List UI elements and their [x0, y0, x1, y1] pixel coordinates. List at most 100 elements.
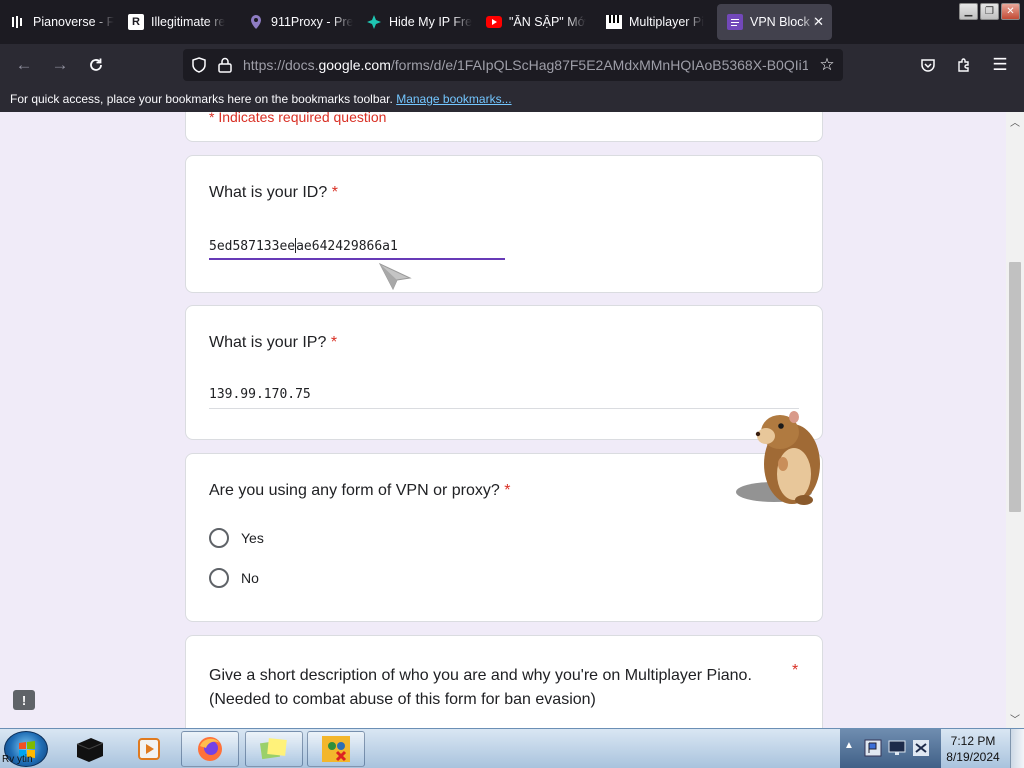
sticky-notes-icon: [259, 738, 287, 760]
question-text: What is your IP?: [209, 334, 327, 351]
minimize-button[interactable]: ▁: [959, 3, 978, 20]
tab-title: VPN Block I: [750, 15, 817, 29]
firefox-icon: [198, 737, 222, 761]
question-title: What is your ID? *: [209, 184, 338, 202]
hamburger-menu-icon[interactable]: ☰: [988, 53, 1012, 77]
google-forms-icon: [727, 14, 743, 30]
window-controls: ▁ ❐ ✕: [959, 3, 1020, 20]
radio-circle[interactable]: [209, 528, 229, 548]
answer-text-before-caret: 5ed587133ee: [209, 239, 296, 254]
scroll-down-arrow-icon[interactable]: ﹀: [1009, 711, 1021, 726]
tab-title: Hide My IP Fre: [389, 15, 473, 29]
bookmark-star-icon[interactable]: ☆: [815, 53, 839, 77]
url-path: /forms/d/e/1FAIpQLScHag87F5E2AMdxMMnHQIA…: [390, 57, 808, 73]
tray-flag-icon[interactable]: [864, 739, 882, 762]
tab-multiplayer-piano[interactable]: Multiplayer Pi: [596, 4, 716, 40]
taskbar-sticky-notes[interactable]: [245, 731, 303, 767]
form-header-card: * Indicates required question: [185, 112, 823, 142]
url-text: https://docs.google.com/forms/d/e/1FAIpQ…: [243, 57, 808, 73]
required-asterisk: *: [330, 334, 338, 351]
radio-label: No: [241, 570, 259, 586]
tab-hide-my-ip[interactable]: Hide My IP Fre: [356, 4, 476, 40]
tab-strip: Pianoverse - F R Illegitimate re 911Prox…: [0, 0, 1024, 44]
tab-title: Multiplayer Pi: [629, 15, 705, 29]
location-pin-icon: [248, 14, 264, 30]
manage-bookmarks-link[interactable]: Manage bookmarks...: [396, 92, 511, 106]
taskbar-firefox[interactable]: [181, 731, 239, 767]
tab-title: Illegitimate re: [151, 15, 226, 29]
scrollbar-thumb[interactable]: [1009, 262, 1021, 512]
lock-icon[interactable]: [213, 53, 237, 77]
clock-time: 7:12 PM: [950, 734, 996, 748]
show-desktop-button[interactable]: [1010, 729, 1024, 768]
id-answer-input[interactable]: 5ed587133eeae642429866a1: [209, 238, 398, 254]
navigation-toolbar: ← → https://docs.google.com/forms/d/e/1F…: [0, 44, 1024, 86]
taskbar-clock[interactable]: 7:12 PM 8/19/2024: [941, 733, 1005, 765]
required-note: * Indicates required question: [209, 112, 387, 125]
network-users-icon: [322, 736, 350, 762]
question-text: Give a short description of who you are …: [209, 667, 752, 684]
illegitimate-icon: R: [128, 14, 144, 30]
question-text: What is your ID?: [209, 184, 328, 201]
question-title: Are you using any form of VPN or proxy? …: [209, 482, 510, 500]
mouse-pointer-icon: [378, 262, 412, 290]
ip-answer-input[interactable]: 139.99.170.75: [209, 387, 311, 402]
radio-option-yes[interactable]: Yes: [209, 528, 264, 548]
hide-my-ip-icon: [366, 14, 382, 30]
required-asterisk: *: [331, 184, 338, 201]
radio-circle[interactable]: [209, 568, 229, 588]
piano-icon: [606, 14, 622, 30]
tab-title: 911Proxy - Pre: [271, 15, 354, 29]
required-asterisk: *: [792, 662, 799, 679]
url-prefix: https://docs.: [243, 57, 319, 73]
url-host: google.com: [318, 57, 391, 73]
taskbar-media-player[interactable]: [120, 731, 178, 767]
pocket-icon[interactable]: [916, 53, 940, 77]
report-feedback-icon[interactable]: !: [13, 690, 35, 710]
windows-taskbar: Rv ytin ▲ 7:12 PM 8/19/2024: [0, 728, 1024, 768]
forward-arrow-icon[interactable]: →: [48, 53, 72, 77]
form-page: * Indicates required question What is yo…: [0, 112, 1024, 728]
start-label: Rv ytin: [2, 754, 33, 765]
tab-illegitimate[interactable]: R Illegitimate re: [118, 4, 238, 40]
hamster-pet-image: [736, 411, 820, 505]
taskbar-network-app[interactable]: [307, 731, 365, 767]
tab-youtube[interactable]: "ĂN SẬP" Mớ: [476, 4, 596, 40]
tray-monitor-icon[interactable]: [888, 739, 906, 762]
tab-pianoverse[interactable]: Pianoverse - F: [0, 4, 118, 40]
url-bar[interactable]: https://docs.google.com/forms/d/e/1FAIpQ…: [183, 49, 843, 81]
radio-option-no[interactable]: No: [209, 568, 259, 588]
clock-date: 8/19/2024: [946, 750, 1000, 764]
tray-network-icon[interactable]: [912, 739, 930, 762]
bookmarks-toolbar: For quick access, place your bookmarks h…: [0, 86, 1024, 112]
tab-vpn-block[interactable]: VPN Block I ✕: [717, 4, 832, 40]
extensions-puzzle-icon[interactable]: [952, 53, 976, 77]
restore-button[interactable]: ❐: [980, 3, 999, 20]
scroll-up-arrow-icon[interactable]: ︿: [1009, 114, 1021, 129]
answer-text-after-caret: ae642429866a1: [296, 239, 398, 254]
pianoverse-icon: [10, 14, 26, 30]
tab-911proxy[interactable]: 911Proxy - Pre: [238, 4, 356, 40]
close-tab-icon[interactable]: ✕: [813, 14, 824, 30]
app-black-box-icon: [76, 738, 104, 762]
question-subtext: (Needed to combat abuse of this form for…: [209, 691, 596, 708]
tab-title: Pianoverse - F: [33, 15, 115, 29]
input-underline: [209, 408, 799, 409]
show-hidden-icons-arrow[interactable]: ▲: [844, 740, 858, 754]
close-window-button[interactable]: ✕: [1001, 3, 1020, 20]
back-arrow-icon[interactable]: ←: [12, 53, 36, 77]
question-text: Are you using any form of VPN or proxy?: [209, 482, 500, 499]
youtube-icon: [486, 14, 502, 30]
tracking-protection-shield-icon[interactable]: [187, 53, 211, 77]
required-asterisk: *: [504, 482, 511, 499]
page-scrollbar[interactable]: ︿ ﹀: [1006, 112, 1024, 728]
reload-icon[interactable]: [84, 53, 108, 77]
question-card-id: What is your ID? * 5ed587133eeae64242986…: [185, 155, 823, 293]
question-card-description: Give a short description of who you are …: [185, 635, 823, 728]
taskbar-app-black-box[interactable]: [60, 731, 118, 767]
system-tray: ▲ 7:12 PM 8/19/2024: [840, 729, 1024, 768]
media-player-icon: [138, 738, 160, 760]
bookmarks-hint: For quick access, place your bookmarks h…: [10, 92, 393, 106]
tab-title: "ĂN SẬP" Mớ: [509, 15, 586, 29]
question-title: What is your IP? *: [209, 334, 337, 352]
